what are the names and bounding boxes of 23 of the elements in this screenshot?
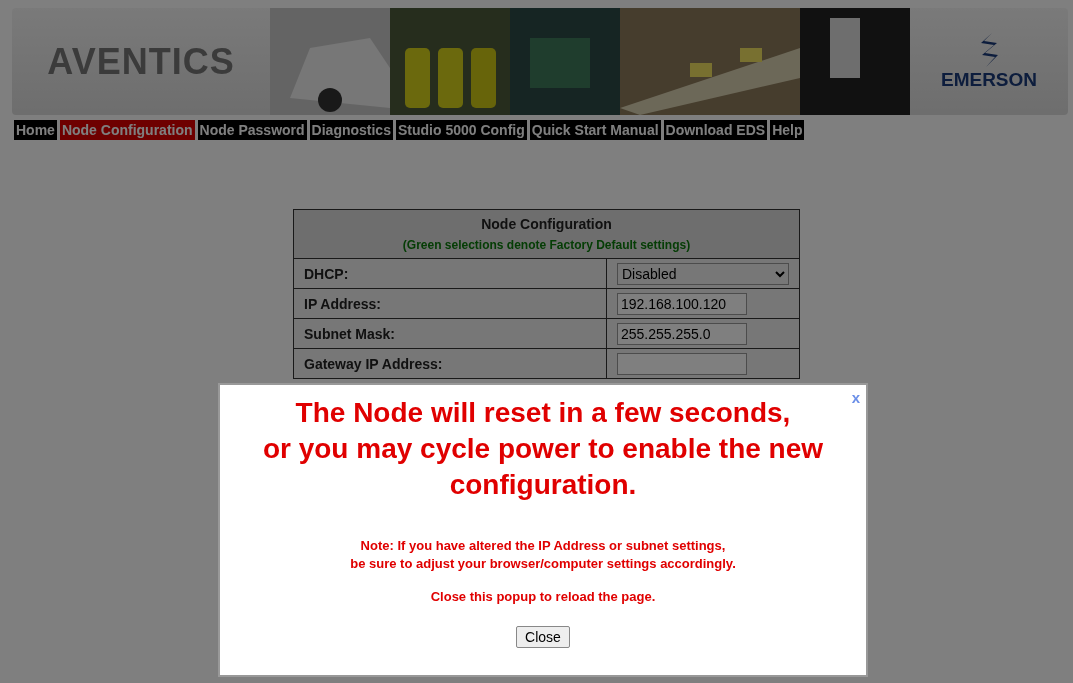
nav-tab[interactable]: Download EDS <box>663 120 768 140</box>
field-label: Gateway IP Address: <box>304 355 443 372</box>
nav-tab[interactable]: Quick Start Manual <box>529 120 661 140</box>
field-label: DHCP: <box>304 265 349 282</box>
popup-note: Note: If you have altered the IP Address or subnet settings, be sure to adjust your browser/computer settings accordingly. <box>349 537 737 573</box>
input-field[interactable] <box>617 352 747 375</box>
popup-instruction: Close this popup to reload the page. <box>429 589 657 604</box>
nav-tab[interactable]: Studio 5000 Config <box>395 120 527 140</box>
field-label: Subnet Mask: <box>304 325 395 342</box>
nav-tab[interactable]: Node Configuration <box>59 120 195 140</box>
field-label: IP Address: <box>304 295 382 312</box>
close-button[interactable]: Close <box>516 626 570 648</box>
dhcp-dropdown[interactable]: Disabled <box>617 262 789 285</box>
input-field[interactable]: 192.168.100.120 <box>617 292 747 315</box>
table-subtitle: (Green selections denote Factory Default settings) <box>401 238 692 252</box>
nav-tab[interactable]: Node Password <box>197 120 307 140</box>
input-field[interactable]: 255.255.255.0 <box>617 322 747 345</box>
nav-tab[interactable]: Home <box>14 120 57 140</box>
table-title: Node Configuration <box>480 216 613 232</box>
nav-tab[interactable]: Help <box>770 120 805 140</box>
nav-tab[interactable]: Diagnostics <box>309 120 393 140</box>
logo-text: AVENTICS <box>47 40 235 82</box>
brand-logo: EMERSON <box>940 68 1038 91</box>
